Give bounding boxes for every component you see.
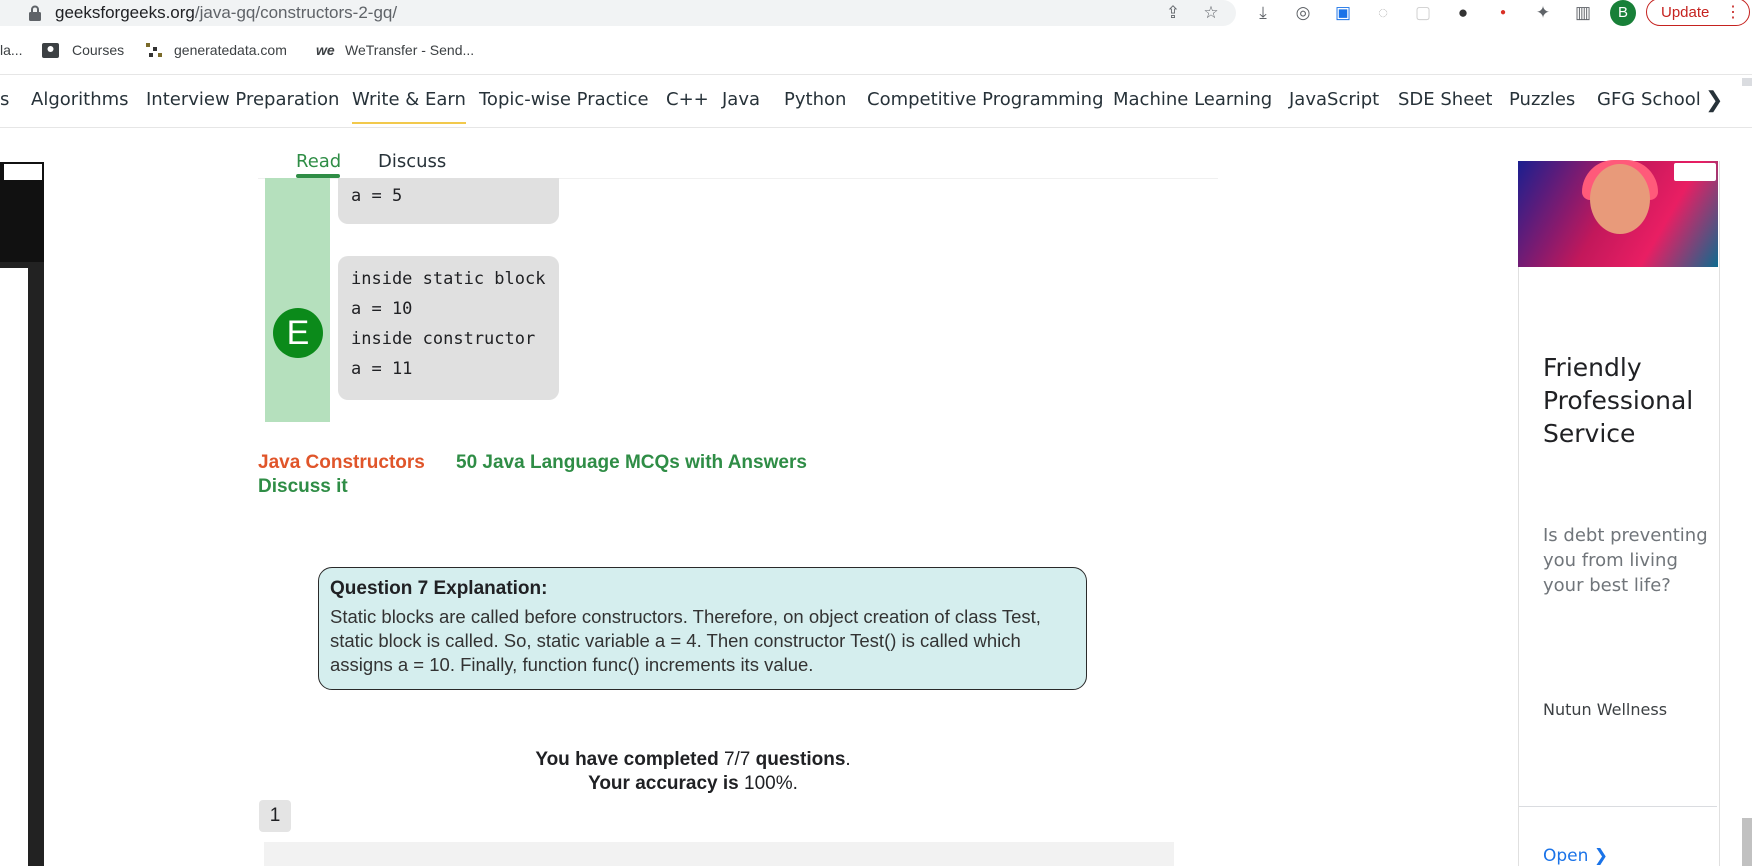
code-line: a = 5 (351, 186, 403, 206)
completed-suffix: questions (755, 749, 846, 770)
update-button[interactable]: Update ⋮ (1646, 0, 1750, 26)
completed-value: 7/7 (723, 749, 751, 770)
nav-item-cpp[interactable]: C++ (666, 89, 709, 110)
record-icon[interactable]: ● (1493, 3, 1513, 23)
nav-item-topic-wise-practice[interactable]: Topic-wise Practice (479, 89, 649, 110)
bookmark-generatedata[interactable]: generatedata.com (174, 42, 287, 58)
accuracy-value: 100% (744, 773, 793, 794)
site-nav: s Algorithms Interview Preparation Write… (0, 74, 1752, 128)
ad-image-face (1590, 164, 1650, 234)
bookmarks-bar: la... Courses generatedata.com we WeTran… (0, 36, 1752, 66)
tab-discuss[interactable]: Discuss (378, 151, 446, 172)
correct-option-highlight (265, 178, 330, 422)
update-label: Update (1661, 4, 1710, 21)
question-page-button[interactable]: 1 (259, 800, 291, 832)
explanation-box: Question 7 Explanation: Static blocks ar… (318, 567, 1087, 690)
wetransfer-icon: we (316, 42, 335, 58)
ad-divider (1519, 806, 1717, 807)
link-discuss-it[interactable]: Discuss it (258, 476, 348, 498)
link-java-mcqs[interactable]: 50 Java Language MCQs with Answers (456, 452, 807, 474)
option-e-badge[interactable]: E (273, 308, 323, 358)
url-path: /java-gq/constructors-2-gq/ (194, 3, 398, 22)
nav-item-javascript[interactable]: JavaScript (1289, 89, 1379, 110)
bookmark-wetransfer[interactable]: WeTransfer - Send... (345, 42, 474, 58)
next-section-strip (264, 842, 1174, 866)
option-e-output[interactable]: inside static block a = 10 inside constr… (338, 256, 559, 400)
star-bookmark-icon[interactable]: ☆ (1201, 3, 1221, 23)
download-icon[interactable]: ⤓ (1253, 3, 1273, 23)
left-ad-panel[interactable] (0, 268, 28, 866)
nav-next-arrow-icon[interactable]: ❯ (1705, 87, 1723, 113)
bookmark-item[interactable]: la... (0, 42, 23, 58)
side-panel-icon[interactable]: ▥ (1573, 3, 1593, 23)
nav-item-competitive-programming[interactable]: Competitive Programming (867, 89, 1104, 110)
code-line: a = 11 (351, 359, 413, 379)
bookmark-courses[interactable]: Courses (72, 42, 124, 58)
nav-item-sde-sheet[interactable]: SDE Sheet (1398, 89, 1492, 110)
chevron-right-icon: ❯ (1593, 846, 1609, 866)
generatedata-icon (146, 43, 162, 57)
code-line: inside constructor (351, 329, 536, 349)
tab-read[interactable]: Read (296, 151, 341, 172)
menu-dots-icon[interactable]: ⋮ (1725, 0, 1741, 27)
top-scrollbar[interactable] (1742, 78, 1752, 86)
ad-brand[interactable]: Nutun Wellness (1543, 700, 1667, 719)
nav-item-python[interactable]: Python (784, 89, 846, 110)
completion-line: You have completed 7/7 questions. (535, 749, 851, 770)
ad-open-link[interactable]: Open ❯ (1543, 846, 1608, 866)
ad-headline[interactable]: Friendly Professional Service (1543, 351, 1713, 450)
courses-icon (42, 43, 59, 58)
nav-item-algorithms[interactable]: Algorithms (31, 89, 129, 110)
explanation-title: Question 7 Explanation: (330, 578, 548, 599)
extensions-puzzle-icon[interactable]: ✦ (1533, 3, 1553, 23)
completed-prefix: You have completed (535, 749, 719, 770)
quiz-summary: You have completed 7/7 questions. Your a… (258, 748, 1128, 796)
share-icon[interactable]: ⇪ (1163, 3, 1183, 23)
nav-item-write-earn[interactable]: Write & Earn (352, 89, 466, 124)
nav-item-interview-preparation[interactable]: Interview Preparation (146, 89, 339, 110)
code-line: inside static block (351, 269, 546, 289)
option-d-output[interactable]: a = 5 (338, 178, 559, 224)
nav-item-gfg-school[interactable]: GFG School (1597, 89, 1701, 110)
ad-subtext[interactable]: Is debt preventing you from living your … (1543, 523, 1713, 598)
nav-item-puzzles[interactable]: Puzzles (1509, 89, 1575, 110)
url-text[interactable]: geeksforgeeks.org/java-gq/constructors-2… (55, 3, 397, 23)
extension-target-icon[interactable]: ◌ (1373, 3, 1393, 23)
accuracy-prefix: Your accuracy is (588, 773, 739, 794)
code-line: a = 10 (351, 299, 413, 319)
extension-blank-icon[interactable]: ▢ (1413, 3, 1433, 23)
extension-balls-icon[interactable]: ● (1453, 3, 1473, 23)
profile-avatar[interactable]: B (1610, 0, 1636, 26)
extension-edit-icon[interactable]: ▣ (1333, 3, 1353, 23)
lock-icon[interactable] (28, 5, 42, 21)
page-scrollbar[interactable] (1742, 818, 1752, 866)
accuracy-line: Your accuracy is 100%. (588, 773, 798, 794)
nav-item-java[interactable]: Java (722, 89, 760, 110)
link-java-constructors[interactable]: Java Constructors (258, 452, 425, 474)
nav-item[interactable]: s (0, 89, 9, 110)
nav-item-machine-learning[interactable]: Machine Learning (1113, 89, 1272, 110)
ad-close-icon[interactable] (1674, 163, 1716, 181)
extension-code-icon[interactable]: ◎ (1293, 3, 1313, 23)
explanation-body: Static blocks are called before construc… (330, 606, 1041, 675)
url-host: geeksforgeeks.org (55, 3, 195, 22)
ad-open-label: Open (1543, 846, 1589, 866)
left-ad-close-icon[interactable] (4, 164, 42, 180)
